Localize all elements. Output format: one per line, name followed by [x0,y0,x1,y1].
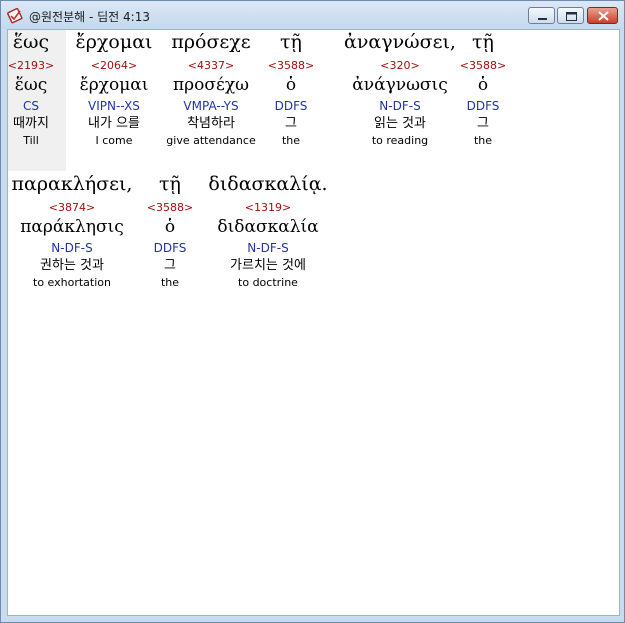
maximize-button[interactable] [557,7,584,24]
interlinear-panel[interactable]: ἕως <2193> ἕως CS 때까지 Till ἔρχομαι <2064> ἔρχομα… [7,29,620,616]
lemma: ἔρχομαι [79,75,149,95]
lemma: ὁ [285,75,297,95]
lemma: ὁ [164,217,176,237]
morphology-code: DDFS [466,99,500,113]
lemma: διδασκαλία [217,217,319,237]
morphology-code: CS [23,99,39,113]
word-column[interactable]: ἀναγνώσει, <320> ἀνάγνωσις N-DF-S 읽는 것과 to re… [344,33,456,151]
greek-word: τῇ [159,173,181,195]
english-gloss: the [473,134,493,147]
greek-word: παρακλήσει, [11,173,133,195]
korean-gloss: 그 [477,116,489,131]
greek-word: τῇ [280,31,302,53]
word-column[interactable]: ἕως <2193> ἕως CS 때까지 Till [8,33,54,151]
word-column[interactable]: τῇ <3588> ὁ DDFS 그 the [460,33,506,151]
lemma: ἕως [14,75,48,95]
minimize-button[interactable] [528,7,555,24]
english-gloss: I come [95,134,133,147]
lemma: ἀνάγνωσις [352,75,448,95]
minimize-icon [538,18,547,20]
english-gloss: to reading [371,134,429,147]
english-gloss: Till [23,134,39,147]
app-icon [6,6,24,24]
word-column[interactable]: τῇ <3588> ὁ DDFS 그 the [268,33,314,151]
english-gloss: to exhortation [33,276,111,289]
morphology-code: DDFS [274,99,308,113]
english-gloss: the [160,276,180,289]
greek-word: πρόσεχε [171,31,251,53]
word-column[interactable]: διδασκαλίᾳ. <1319> διδασκαλία N-DF-S 가르치는 것에… [208,175,327,293]
greek-word: ἔρχομαι [75,31,153,53]
greek-word: διδασκαλίᾳ. [208,173,328,195]
close-button[interactable] [587,7,618,24]
morphology-code: VMPA--YS [183,99,239,113]
korean-gloss: 착념하라 [187,116,235,131]
morphology-code: N-DF-S [247,241,289,255]
word-column[interactable]: ἔρχομαι <2064> ἔρχομαι VIPN--XS 내가 으를 I come [76,33,153,151]
korean-gloss: 때까지 [13,116,49,131]
english-gloss: give attendance [166,134,256,147]
greek-word: ἀναγνώσει, [344,31,456,53]
korean-gloss: 그 [164,258,176,273]
greek-word: ἕως [12,31,50,53]
title-bar[interactable]: @원전분해 - 딤전 4:13 [1,1,624,29]
morphology-code: N-DF-S [379,99,421,113]
korean-gloss: 그 [285,116,297,131]
korean-gloss: 권하는 것과 [40,258,104,273]
english-gloss: to doctrine [238,276,298,289]
word-column[interactable]: πρόσεχε <4337> προσέχω VMPA--YS 착념하라 give att… [166,33,255,151]
korean-gloss: 읽는 것과 [374,116,426,131]
english-gloss: the [281,134,301,147]
greek-word: τῇ [472,31,494,53]
lemma: ὁ [477,75,489,95]
word-column[interactable]: παρακλήσει, <3874> παράκλησις N-DF-S 권하는 것과 t… [12,175,133,293]
word-column[interactable]: τῇ <3588> ὁ DDFS 그 the [147,175,193,293]
korean-gloss: 가르치는 것에 [230,258,306,273]
morphology-code: N-DF-S [51,241,93,255]
app-window: @원전분해 - 딤전 4:13 ἕως <2193> ἕως CS 때까지 Till ἔρχ… [0,0,625,623]
korean-gloss: 내가 으를 [88,116,140,131]
close-icon [598,11,609,21]
morphology-code: VIPN--XS [88,99,140,113]
maximize-icon [566,12,577,21]
lemma: παράκλησις [20,217,124,237]
morphology-code: DDFS [153,241,187,255]
window-title: @원전분해 - 딤전 4:13 [29,10,150,24]
lemma: προσέχω [173,75,249,95]
